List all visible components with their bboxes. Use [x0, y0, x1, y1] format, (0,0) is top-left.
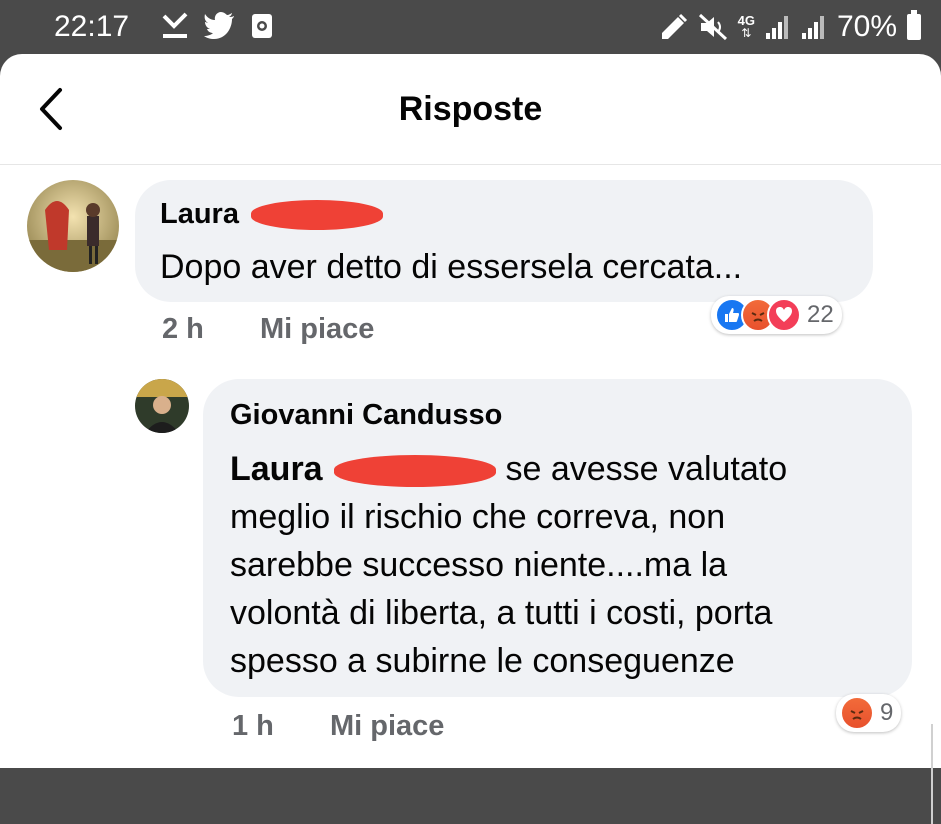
comment-text-line: se avesse valutato — [505, 450, 788, 488]
mention-tag[interactable]: Laura — [230, 450, 323, 488]
replies-sheet: Risposte Laura Dopo aver detto di essers… — [0, 54, 941, 824]
love-reaction-icon — [767, 298, 801, 332]
network-4g-icon: 4G ⇅ — [737, 13, 755, 40]
reaction-count: 22 — [807, 301, 834, 328]
status-right: 4G ⇅ 70% — [658, 10, 921, 44]
like-button[interactable]: Mi piace — [330, 710, 444, 742]
comment-bubble: Laura Dopo aver detto di essersela cerca… — [135, 180, 873, 302]
comment-actions: 2 h Mi piace — [162, 313, 422, 346]
angry-reaction-icon — [840, 696, 874, 730]
download-done-icon — [162, 12, 188, 38]
screen-record-icon — [252, 14, 272, 38]
scrollbar[interactable] — [931, 724, 941, 824]
reaction-summary[interactable]: 9 — [836, 694, 902, 732]
reaction-count: 9 — [880, 699, 894, 726]
mute-icon — [698, 13, 727, 41]
page-title: Risposte — [398, 90, 543, 128]
avatar[interactable] — [135, 379, 189, 433]
comment-text: Dopo aver detto di essersela cercata... — [160, 248, 743, 286]
status-left-icons — [160, 12, 274, 40]
comment-text-line: sarebbe successo niente....ma la — [230, 546, 728, 584]
like-button[interactable]: Mi piace — [260, 313, 374, 345]
avatar[interactable] — [27, 180, 119, 272]
redaction — [334, 455, 497, 488]
comment-author[interactable]: Laura — [160, 198, 384, 231]
reaction-summary[interactable]: 22 — [711, 296, 842, 334]
comment-time: 2 h — [162, 313, 204, 345]
redaction — [251, 200, 384, 231]
status-bar: 22:17 4G ⇅ 70% — [0, 0, 941, 58]
signal-icon — [801, 16, 824, 39]
comment-actions: 1 h Mi piace — [232, 710, 492, 743]
data-saver-icon — [661, 13, 687, 39]
comment-text-line: meglio il rischio che correva, non — [230, 498, 726, 536]
twitter-icon — [204, 12, 234, 39]
comment-text: Laura se avesse valutato meglio il risch… — [230, 445, 900, 685]
header: Risposte — [0, 54, 941, 165]
comment-first-line: Laura se avesse valutato — [230, 445, 900, 493]
battery-icon — [907, 10, 921, 40]
author-name: Laura — [160, 198, 239, 230]
battery-percent: 70% — [836, 10, 897, 43]
comment-text-line: volontà di liberta, a tutti i costi, por… — [230, 594, 773, 632]
comment-author[interactable]: Giovanni Candusso — [230, 399, 502, 432]
status-time: 22:17 — [54, 10, 130, 43]
comment-time: 1 h — [232, 710, 274, 742]
comment-text-line: spesso a subirne le conseguenze — [230, 642, 735, 680]
signal-icon — [765, 16, 788, 39]
comment-bubble: Giovanni Candusso Laura se avesse valuta… — [203, 379, 912, 697]
